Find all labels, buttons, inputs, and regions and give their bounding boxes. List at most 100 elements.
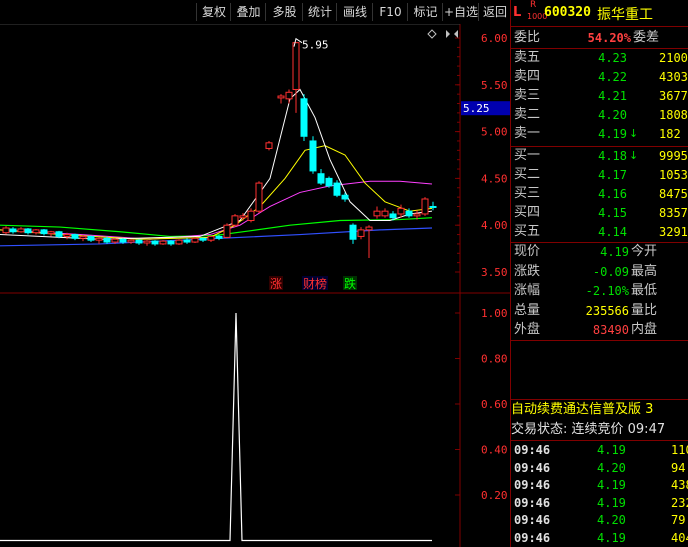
ask-price: 4.22 bbox=[598, 70, 627, 84]
trade-price: 4.19 bbox=[597, 478, 626, 492]
candlestick bbox=[389, 213, 397, 219]
candlestick bbox=[255, 182, 263, 212]
toolbar-button[interactable]: 多股 bbox=[265, 3, 303, 21]
fund-row bbox=[511, 340, 688, 360]
collapse-arrow-icon[interactable] bbox=[446, 30, 450, 38]
stat-value: -0.09 bbox=[592, 264, 629, 279]
candlestick bbox=[285, 91, 293, 100]
toolbar-button[interactable]: 画线 bbox=[336, 3, 373, 21]
toolbar-button[interactable]: 叠加 bbox=[230, 3, 266, 21]
bid-row[interactable]: 买四 4.15 8357 bbox=[511, 203, 688, 223]
indicator-panel bbox=[0, 312, 432, 542]
candlestick bbox=[135, 239, 143, 244]
stat-label: 涨跌 bbox=[514, 263, 541, 279]
candlestick bbox=[373, 210, 381, 217]
candlestick bbox=[317, 173, 325, 184]
candlestick bbox=[207, 235, 215, 241]
toolbar-button[interactable]: 返回 bbox=[478, 3, 511, 21]
candlestick bbox=[381, 210, 389, 217]
candlestick bbox=[111, 238, 119, 243]
toolbar-button[interactable]: +自选 bbox=[442, 3, 479, 21]
ask-row[interactable]: 卖四 4.22 4303 bbox=[511, 67, 688, 87]
toolbar-button[interactable]: 统计 bbox=[302, 3, 337, 21]
trade-row: 09:46 4.20 79 bbox=[511, 511, 688, 529]
down-arrow-icon: ↓ bbox=[629, 127, 639, 140]
ask-label: 卖五 bbox=[514, 50, 541, 65]
candlestick bbox=[365, 226, 373, 231]
event-label[interactable]: 财榜 bbox=[303, 276, 327, 291]
ask-row[interactable]: 卖五 4.23 2100 bbox=[511, 48, 688, 68]
kline-chart[interactable]: 6.00 5.50 5.00 4.50 4.00 3.50 5.25 1.00 0.80 0.6… bbox=[0, 0, 510, 547]
candlestick bbox=[223, 224, 231, 238]
candlestick bbox=[9, 228, 17, 233]
bid-volume: 3291 bbox=[659, 225, 688, 239]
candlestick bbox=[71, 234, 79, 239]
candlestick bbox=[151, 240, 159, 245]
candlestick bbox=[247, 210, 255, 222]
indicator-tick: 1.00 bbox=[481, 307, 508, 320]
candlestick bbox=[325, 177, 333, 187]
bid-label: 买三 bbox=[514, 186, 541, 201]
candlestick bbox=[127, 239, 135, 243]
trade-price: 4.20 bbox=[597, 460, 626, 475]
stat-label: 外盘 bbox=[514, 322, 541, 337]
indicator-tick: 0.60 bbox=[481, 398, 508, 411]
candlestick bbox=[95, 237, 103, 241]
bid-volume: 8475 bbox=[659, 187, 688, 201]
divider bbox=[511, 26, 688, 27]
ask-row[interactable]: 卖三 4.21 3677 bbox=[511, 86, 688, 106]
ask-price: 4.21 bbox=[598, 89, 627, 103]
event-label[interactable]: 涨 bbox=[270, 276, 282, 291]
bid-row[interactable]: 买三 4.16 8475 bbox=[511, 184, 688, 204]
ask-price: 4.19 bbox=[598, 127, 627, 141]
stock-name[interactable]: 振华重工 bbox=[597, 4, 653, 24]
candlestick bbox=[413, 213, 421, 217]
toolbar-button[interactable]: 复权 bbox=[196, 3, 231, 21]
ask-row[interactable]: 卖一 4.19 ↓ 182 bbox=[511, 124, 688, 144]
indicator-line bbox=[0, 312, 432, 542]
stat-label-2: 最高 bbox=[631, 263, 658, 279]
ask-row[interactable]: 卖二 4.20 1808 bbox=[511, 105, 688, 125]
stat-value: 4.19 bbox=[600, 245, 629, 259]
bid-row[interactable]: 买一 4.18 ↓ 9995 bbox=[511, 146, 688, 166]
bid-price: 4.15 bbox=[598, 206, 627, 220]
trade-price: 4.19 bbox=[597, 495, 626, 510]
toolbar-button[interactable]: 标记 bbox=[407, 3, 443, 21]
order-ratio-value: 54.20% bbox=[587, 31, 631, 45]
event-label[interactable]: 跌 bbox=[344, 276, 356, 291]
quote-row: 涨跌 -0.09 最高 bbox=[511, 262, 688, 282]
bid-row[interactable]: 买二 4.17 10531 bbox=[511, 165, 688, 185]
ask-label: 卖四 bbox=[514, 69, 541, 84]
bid-row[interactable]: 买五 4.14 3291 bbox=[511, 222, 688, 242]
bid-price: 4.18 bbox=[598, 149, 627, 163]
ask-price: 4.20 bbox=[598, 108, 627, 122]
chart-grid bbox=[0, 23, 510, 547]
quote-row: 外盘 83490 内盘 bbox=[511, 320, 688, 340]
ask-label: 卖三 bbox=[514, 88, 541, 103]
diamond-icon[interactable] bbox=[427, 29, 437, 39]
trade-status: 交易状态: 连续竞价 09:47 bbox=[511, 422, 666, 437]
stock-code[interactable]: 600320 bbox=[544, 5, 591, 20]
toolbar-button[interactable]: F10 bbox=[372, 3, 408, 21]
trade-row: 09:46 4.20 94 bbox=[511, 459, 688, 477]
high-price-label: 5.95 bbox=[302, 39, 329, 52]
bid-volume: 10531 bbox=[659, 168, 688, 182]
indicator-axis: 1.00 0.80 0.60 0.40 0.20 bbox=[455, 307, 508, 502]
candlestick bbox=[47, 231, 55, 235]
candlestick bbox=[215, 235, 223, 239]
trade-volume: 110 bbox=[671, 443, 688, 457]
expand-arrow-icon[interactable] bbox=[454, 30, 458, 38]
stat-value: -2.10% bbox=[585, 284, 629, 298]
fund-row bbox=[511, 379, 688, 399]
chart-toolbar: 复权 叠加 多股 统计 画线 F10 标记 +自选 返回 bbox=[0, 0, 510, 24]
price-tick: 6.00 bbox=[481, 32, 508, 45]
stat-label-2: 今开 bbox=[631, 244, 658, 259]
candlestick bbox=[405, 210, 413, 217]
bid-label: 买四 bbox=[514, 205, 541, 220]
indicator-tick: 0.80 bbox=[481, 353, 508, 366]
bid-label: 买一 bbox=[514, 148, 541, 163]
ask-volume: 2100 bbox=[659, 51, 688, 65]
promo-marquee[interactable]: 自动续费通达信普及版 3 bbox=[511, 400, 688, 420]
candlestick bbox=[159, 240, 167, 245]
candlestick bbox=[17, 228, 25, 233]
